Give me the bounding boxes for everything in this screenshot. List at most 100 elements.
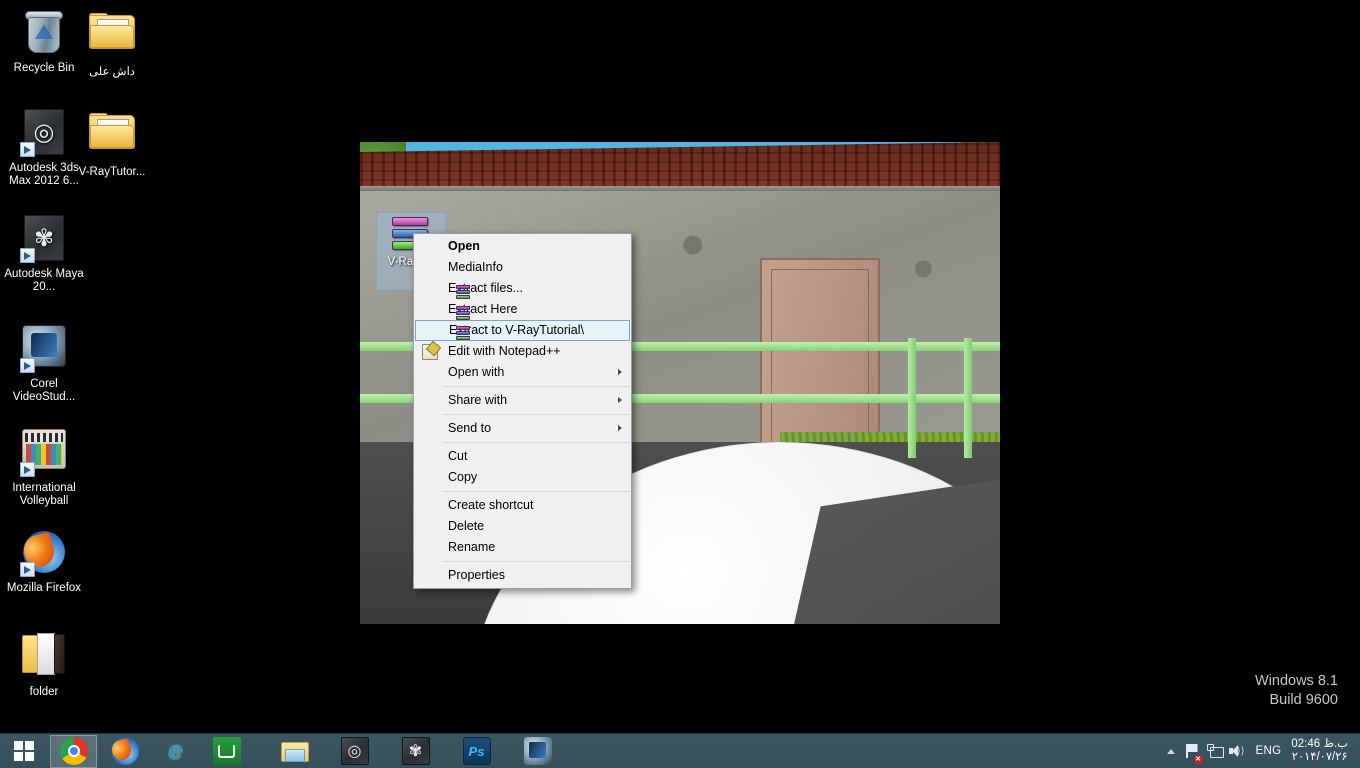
menu-item-open[interactable]: Open (414, 236, 631, 257)
maya-icon: ✾ (20, 215, 68, 263)
menu-item-delete[interactable]: Delete (414, 516, 631, 537)
corel-icon (523, 737, 552, 765)
render-railing-post (908, 338, 916, 458)
desktop-icon-label: V-RayTutor... (78, 166, 146, 178)
desktop-icon-label: Autodesk Maya 20... (4, 268, 84, 293)
taskbar-button-corel-videostudio[interactable] (514, 735, 561, 768)
taskbar-button-internet-explorer[interactable]: e (152, 735, 199, 768)
start-button[interactable] (0, 734, 48, 768)
menu-item-label: Edit with Notepad++ (448, 344, 561, 358)
network-icon (1207, 744, 1225, 758)
menu-item-mediainfo[interactable]: MediaInfo (414, 257, 631, 278)
recycle-bin-icon (20, 9, 68, 57)
shortcut-arrow-icon (20, 248, 35, 263)
menu-item-extract-files[interactable]: Extract files... (414, 278, 631, 299)
open-folder-icon (20, 633, 68, 681)
menu-item-label: Send to (448, 421, 492, 435)
windows-activation-watermark: Windows 8.1 Build 9600 (1255, 672, 1338, 710)
menu-item-edit-with-notepadpp[interactable]: Edit with Notepad++ (414, 341, 631, 362)
desktop-icon-maya[interactable]: ✾ Autodesk Maya 20... (2, 214, 86, 294)
maya-icon: ✾ (401, 737, 430, 765)
menu-item-label: MediaInfo (448, 260, 503, 274)
desktop-icon-label: Corel VideoStud... (12, 378, 76, 403)
volume-icon: ⟩⟩ (1228, 744, 1245, 758)
shortcut-arrow-icon (20, 142, 35, 157)
submenu-arrow-icon (618, 397, 622, 403)
taskbar-button-chrome[interactable] (50, 734, 97, 768)
taskbar-button-maya[interactable]: ✾ (392, 735, 439, 768)
store-icon (212, 737, 241, 765)
menu-item-properties[interactable]: Properties (414, 565, 631, 586)
render-railing-post (964, 338, 972, 458)
system-tray: ✕ ⟩⟩ ENG 02:46 ب.ظ ۲۰۱۴/۰۷/۲۶ (1160, 734, 1360, 768)
render-door (760, 258, 880, 458)
tray-icon-network[interactable] (1204, 734, 1226, 768)
tray-icon-action-center[interactable]: ✕ (1182, 734, 1204, 768)
desktop-icon-label: Mozilla Firefox (6, 582, 82, 594)
desktop-icon-corel-videostudio[interactable]: Corel VideoStud... (2, 322, 86, 404)
menu-item-open-with[interactable]: Open with (414, 362, 631, 383)
chrome-icon (59, 737, 88, 765)
taskbar-button-file-explorer[interactable] (270, 735, 317, 768)
submenu-arrow-icon (618, 425, 622, 431)
desktop-icon-label: folder (29, 686, 59, 698)
menu-item-create-shortcut[interactable]: Create shortcut (414, 495, 631, 516)
menu-item-label: Properties (448, 568, 505, 582)
show-hidden-icons-button[interactable] (1160, 734, 1182, 768)
menu-separator (442, 561, 630, 562)
desktop-icon-dash-ali-folder[interactable]: داش على (70, 8, 154, 79)
shortcut-arrow-icon (20, 562, 35, 577)
menu-item-label: Open with (448, 365, 505, 379)
language-indicator[interactable]: ENG (1248, 745, 1290, 757)
menu-item-extract-to-folder[interactable]: Extract to V-RayTutorial\ (415, 320, 630, 341)
shortcut-arrow-icon (20, 462, 35, 477)
folder-icon (88, 13, 136, 61)
taskbar: e ◎ ✾ Ps ✕ ⟩⟩ ENG 02:46 ب.ظ ۲۰۱۴/۰۷/۲۶ (0, 733, 1360, 768)
desktop-icon-international-volleyball[interactable]: International Volleyball (2, 424, 86, 508)
watermark-line-2: Build 9600 (1269, 692, 1338, 708)
menu-separator (442, 414, 630, 415)
clock-time: 02:46 ب.ظ (1291, 738, 1348, 750)
photoshop-icon: Ps (462, 737, 491, 765)
desktop-icon-mozilla-firefox[interactable]: Mozilla Firefox (2, 528, 86, 595)
firefox-icon (110, 737, 139, 765)
explorer-icon (280, 737, 309, 765)
ie-icon: e (168, 737, 183, 765)
windows-logo-icon (13, 740, 35, 762)
menu-separator (442, 491, 630, 492)
taskbar-button-photoshop[interactable]: Ps (453, 735, 500, 768)
taskbar-button-firefox[interactable] (101, 735, 148, 768)
menu-item-label: Delete (448, 519, 485, 533)
clock[interactable]: 02:46 ب.ظ ۲۰۱۴/۰۷/۲۶ (1289, 738, 1356, 764)
desktop-icon-label: International Volleyball (12, 482, 76, 507)
menu-item-send-to[interactable]: Send to (414, 418, 631, 439)
3ds-max-icon: ◎ (20, 109, 68, 157)
taskbar-button-3ds-max[interactable]: ◎ (331, 735, 378, 768)
menu-separator (442, 386, 630, 387)
desktop-icon-folder[interactable]: folder (2, 630, 86, 699)
international-volleyball-icon (20, 429, 68, 477)
tray-icon-volume[interactable]: ⟩⟩ (1226, 734, 1248, 768)
action-center-badge: ✕ (1193, 754, 1203, 764)
3ds-max-icon: ◎ (340, 737, 369, 765)
notepadpp-icon (422, 344, 438, 360)
menu-item-label: Cut (448, 449, 468, 463)
watermark-line-1: Windows 8.1 (1254, 673, 1338, 689)
shortcut-arrow-icon (20, 358, 35, 373)
menu-item-rename[interactable]: Rename (414, 537, 631, 558)
menu-separator (442, 442, 630, 443)
menu-item-label: Copy (448, 470, 478, 484)
menu-item-copy[interactable]: Copy (414, 467, 631, 488)
menu-item-label: Create shortcut (448, 498, 534, 512)
menu-item-label: Open (448, 239, 480, 253)
menu-item-share-with[interactable]: Share with (414, 390, 631, 411)
corel-videostudio-icon (20, 325, 68, 373)
taskbar-button-store[interactable] (203, 735, 250, 768)
desktop-screen: Recycle Bin داش على ◎ Autodesk 3ds Max 2… (0, 0, 1360, 768)
menu-item-label: Share with (448, 393, 508, 407)
folder-icon (88, 113, 136, 161)
desktop-icon-vraytutorial-folder[interactable]: V-RayTutor... (70, 108, 154, 179)
menu-item-extract-here[interactable]: Extract Here (414, 299, 631, 320)
menu-item-cut[interactable]: Cut (414, 446, 631, 467)
desktop-icon-label: داش على (89, 66, 135, 78)
